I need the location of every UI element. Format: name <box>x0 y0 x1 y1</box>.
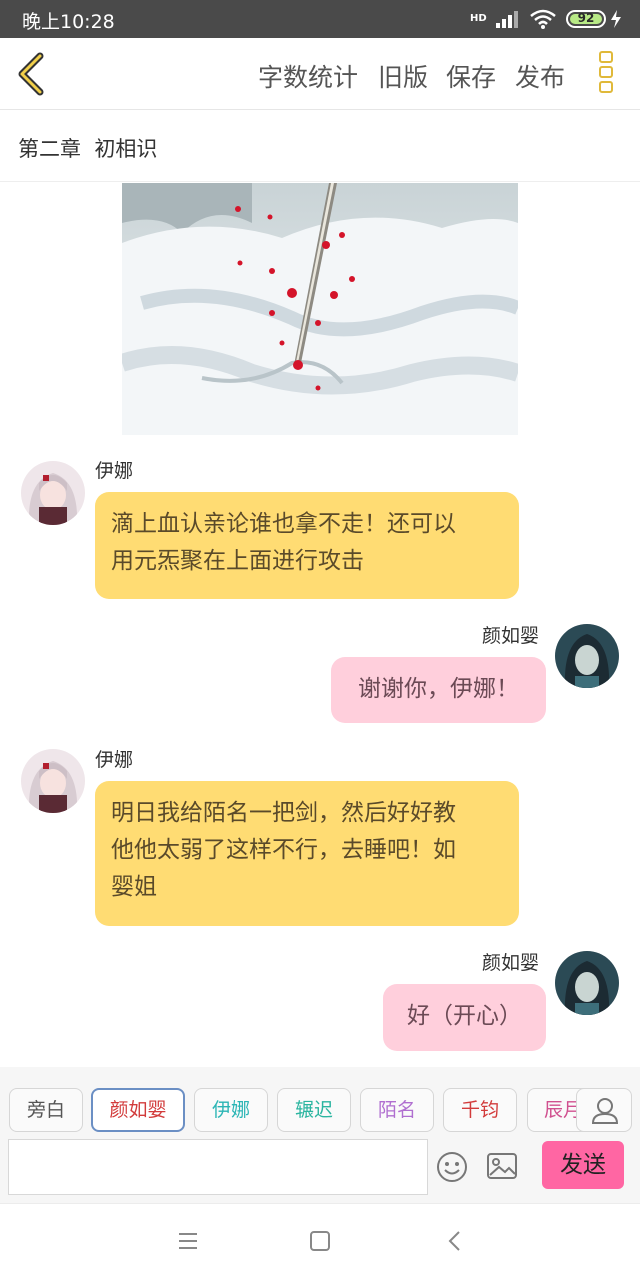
message-bubble[interactable]: 滴上血认亲论谁也拿不走！还可以 用元炁聚在上面进行攻击 <box>95 492 519 599</box>
sender-name: 颜如婴 <box>482 625 540 647</box>
character-bar[interactable]: 旁白 颜如婴 伊娜 辗迟 陌名 千钧 辰月 <box>0 1067 640 1137</box>
emoji-icon[interactable] <box>436 1151 468 1183</box>
battery-level: 92 <box>577 11 595 25</box>
message-input[interactable] <box>8 1139 428 1195</box>
network-type-label: HD <box>470 13 487 24</box>
avatar-yanruying[interactable] <box>555 624 619 688</box>
message-line: 婴姐 <box>111 874 157 900</box>
battery-icon: 92 <box>566 10 606 28</box>
back-nav-icon[interactable] <box>444 1230 466 1252</box>
message-line: 用元炁聚在上面进行攻击 <box>111 548 364 574</box>
chapter-header[interactable]: 第二章 初相识 <box>0 110 640 182</box>
message-line: 谢谢你，伊娜！ <box>358 676 519 702</box>
menu-dot-icon <box>599 66 613 78</box>
navigation-bar <box>0 1203 640 1280</box>
avatar-yanruying[interactable] <box>555 951 619 1015</box>
menu-dot-icon <box>599 51 613 63</box>
snow-sword-image[interactable] <box>122 183 518 435</box>
avatar-yina[interactable] <box>21 749 85 813</box>
character-chip-narration[interactable]: 旁白 <box>9 1088 83 1132</box>
message-bubble[interactable]: 明日我给陌名一把剑，然后好好教 他他太弱了这样不行，去睡吧！如 婴姐 <box>95 781 519 926</box>
sender-name: 伊娜 <box>95 749 134 771</box>
publish-button[interactable]: 发布 <box>515 58 565 94</box>
message-line: 明日我给陌名一把剑，然后好好教 <box>111 800 456 826</box>
word-count-button[interactable]: 字数统计 <box>258 58 358 94</box>
more-menu-button[interactable] <box>596 51 616 97</box>
charging-icon <box>611 10 621 28</box>
manage-characters-button[interactable] <box>576 1088 632 1132</box>
message-line: 好（开心） <box>407 1003 522 1029</box>
home-icon[interactable] <box>309 1230 331 1252</box>
wifi-icon <box>530 9 556 29</box>
sender-name: 伊娜 <box>95 460 134 482</box>
back-button[interactable] <box>12 52 52 96</box>
character-chip-yina[interactable]: 伊娜 <box>194 1088 268 1132</box>
avatar-yina[interactable] <box>21 461 85 525</box>
message-bubble[interactable]: 谢谢你，伊娜！ <box>331 657 546 723</box>
menu-dot-icon <box>599 81 613 93</box>
message-line: 滴上血认亲论谁也拿不走！还可以 <box>111 511 456 537</box>
person-icon <box>591 1098 619 1124</box>
input-row: 发送 <box>0 1137 640 1203</box>
signal-icon <box>496 11 518 28</box>
image-icon[interactable] <box>486 1152 518 1180</box>
message-bubble[interactable]: 好（开心） <box>383 984 546 1051</box>
character-chip-zhanchi[interactable]: 辗迟 <box>277 1088 351 1132</box>
status-bar: 晚上10:28 HD 92 <box>0 0 640 38</box>
character-chip-yanruying[interactable]: 颜如婴 <box>91 1088 185 1132</box>
chat-area[interactable]: 伊娜 滴上血认亲论谁也拿不走！还可以 用元炁聚在上面进行攻击 颜如婴 谢谢你，伊… <box>0 183 640 1067</box>
character-chip-qianjun[interactable]: 千钧 <box>443 1088 517 1132</box>
menu-icon[interactable] <box>177 1230 199 1252</box>
message-line: 他他太弱了这样不行，去睡吧！如 <box>111 837 456 863</box>
top-toolbar: 字数统计 旧版 保存 发布 <box>0 38 640 110</box>
old-version-button[interactable]: 旧版 <box>378 58 428 94</box>
chevron-left-icon <box>18 52 44 96</box>
sender-name: 颜如婴 <box>482 952 540 974</box>
send-button[interactable]: 发送 <box>542 1141 624 1189</box>
character-chip-moming[interactable]: 陌名 <box>360 1088 434 1132</box>
save-button[interactable]: 保存 <box>446 58 496 94</box>
chapter-title: 第二章 初相识 <box>18 137 158 161</box>
status-time: 晚上10:28 <box>22 11 115 33</box>
